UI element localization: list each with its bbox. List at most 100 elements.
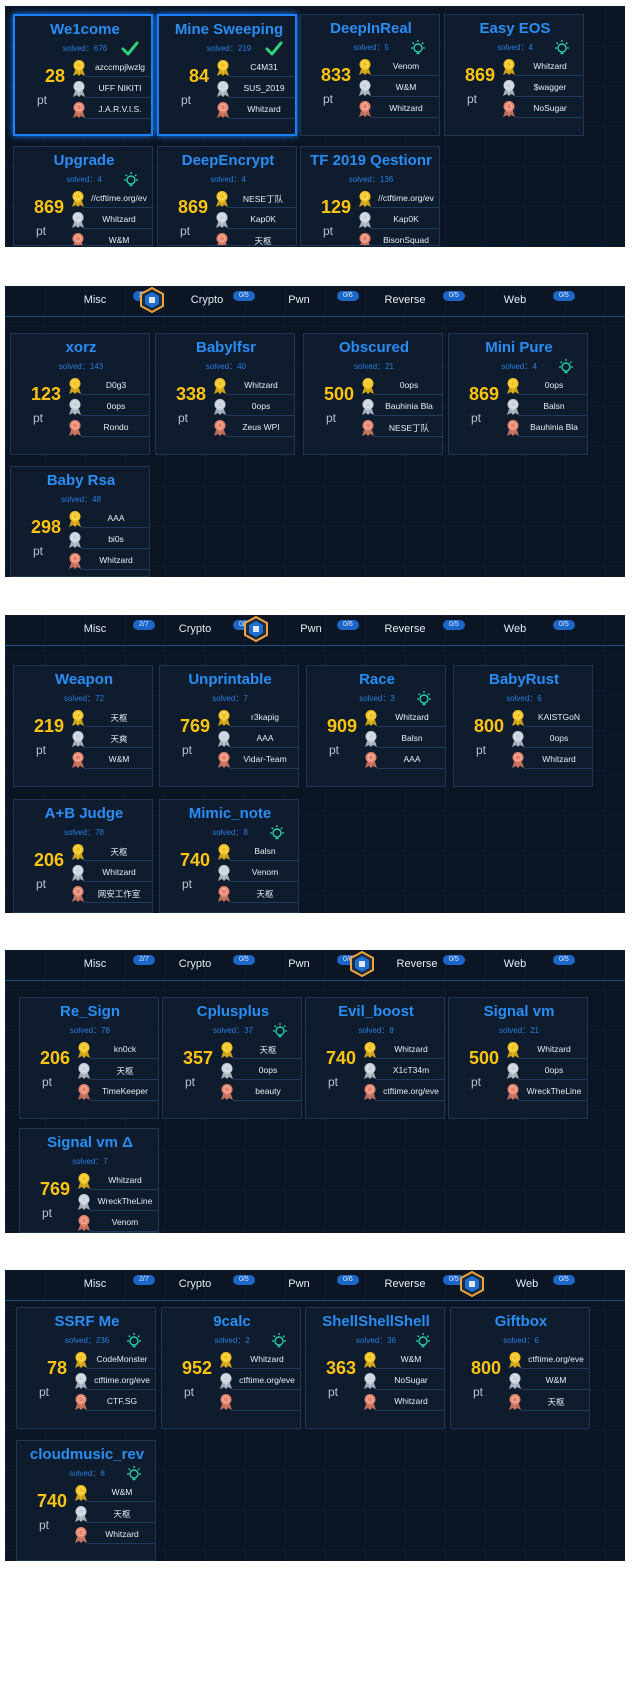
tab-web[interactable]: Web 0/5 (460, 1270, 585, 1300)
tab-count-badge: 0/5 (553, 291, 575, 301)
challenge-card[interactable]: 9calc solved：2 952 pt Whitzard ctftime.org/ev… (161, 1307, 301, 1429)
tab-reverse[interactable]: Reverse 0/5 (355, 286, 475, 316)
hint-bulb-icon[interactable] (415, 690, 433, 708)
challenge-card[interactable]: cloudmusic_rev solved：8 740 pt W&M 天枢 Whitzard (16, 1440, 156, 1561)
challenge-card[interactable]: DeepInReal solved：5 833 pt Venom W&M Whitzard (300, 14, 440, 136)
tab-web[interactable]: Web 0/5 (465, 950, 585, 980)
challenge-card[interactable]: Giftbox solved：6 800 pt ctftime.org/eve W&M 天枢 (450, 1307, 590, 1429)
rank-row: AAA (216, 730, 298, 748)
tab-reverse[interactable]: Reverse 0/5 (350, 950, 475, 980)
rank-row: Balsn (505, 398, 587, 416)
challenge-card[interactable]: BabyRust solved：6 800 pt KAISTGoN 0ops Whitzar… (453, 665, 593, 787)
rank-divider (519, 394, 587, 395)
challenge-card[interactable]: Mini Pure solved：4 869 pt 0ops Balsn Bauhinia … (448, 333, 588, 455)
team-name: NESE丁队 (388, 423, 430, 433)
category-tab-bar: Misc2/7Crypto0/5Pwn0/6Reverse0/5Web0/5 (5, 950, 625, 981)
bronze-medal-icon (360, 419, 376, 437)
hint-bulb-icon[interactable] (553, 39, 571, 57)
tab-pwn[interactable]: Pwn 0/6 (244, 615, 369, 645)
rank-row: J.A.R.V.I.S. (71, 101, 151, 119)
rank-row: W&M (70, 232, 152, 245)
challenge-card[interactable]: Upgrade solved：4 869 pt//ctftime.org/ev Whit… (13, 146, 153, 246)
challenge-title: Easy EOS (479, 20, 551, 37)
challenge-card[interactable]: A+B Judge solved：78 206 pt 天枢 Whitzard 网安工作室 (13, 799, 153, 913)
hint-bulb-icon[interactable] (409, 39, 427, 57)
team-name: Vidar-Team (243, 754, 287, 764)
challenge-title: Evil_boost (338, 1003, 414, 1020)
hint-bulb-icon[interactable] (557, 358, 575, 376)
hint-bulb-icon[interactable] (122, 171, 140, 189)
challenge-card[interactable]: Race solved：3 909 pt Whitzard Balsn AAA (306, 665, 446, 787)
hint-bulb-icon[interactable] (414, 1332, 432, 1350)
silver-medal-icon (214, 211, 230, 229)
team-name: ctftime.org/eve (383, 1086, 439, 1096)
challenge-card[interactable]: Mimic_note solved：8 740 pt Balsn Venom 天枢 (159, 799, 299, 913)
rank-divider (85, 76, 151, 77)
challenge-card[interactable]: TF 2019 Qestionr solved：136 129 pt //ctftime… (300, 146, 440, 246)
hint-bulb-icon[interactable] (270, 1332, 288, 1350)
tab-pwn[interactable]: Pwn 0/6 (249, 286, 369, 316)
challenge-card[interactable]: Babylfsr solved：40 338 pt Whitzard 0ops Zeus W… (155, 333, 295, 455)
rank-divider (230, 768, 298, 769)
tab-pwn[interactable]: Pwn 0/6 (249, 1270, 369, 1300)
challenge-card[interactable]: Unprintable solved：7 769 pt r3kapig AAA Vidar-… (159, 665, 299, 787)
challenge-card[interactable]: Baby Rsa solved：48 298 pt AAA bi0s Whitzard (10, 466, 150, 577)
tab-crypto[interactable]: Crypto 0/5 (145, 1270, 265, 1300)
team-name: ctftime.org/eve (239, 1375, 295, 1385)
bronze-medal-icon (70, 885, 86, 903)
rank-divider (376, 1100, 444, 1101)
team-name: W&M (111, 1487, 133, 1497)
tab-label: Reverse (384, 623, 426, 635)
challenge-card[interactable]: DeepEncrypt solved：4 869 pt NESE丁队 Kap0K 天枢 (157, 146, 297, 246)
silver-medal-icon (73, 1372, 89, 1390)
team-name: 0ops (544, 380, 564, 390)
challenge-card[interactable]: Obscured solved：21 500 pt 0ops Bauhinia Bla NE… (303, 333, 443, 455)
challenge-card[interactable]: Mine Sweeping solved：219 84 pt C4M31 SUS_2019… (157, 14, 297, 136)
tab-reverse[interactable]: Reverse 0/5 (355, 615, 475, 645)
bronze-medal-icon (219, 1083, 235, 1101)
gold-medal-icon (76, 1172, 92, 1190)
hint-bulb-icon[interactable] (271, 1022, 289, 1040)
gold-medal-icon (212, 377, 228, 395)
challenge-title: BabyRust (488, 671, 559, 688)
rank-divider (233, 1079, 301, 1080)
tab-web[interactable]: Web 0/5 (465, 286, 585, 316)
rank-divider (87, 1368, 155, 1369)
challenge-card[interactable]: Signal vm solved：21 500 pt Whitzard 0ops Wreck… (448, 997, 588, 1119)
rank-row: TimeKeeper (76, 1083, 158, 1101)
tab-count-badge: 0/5 (443, 291, 465, 301)
points-unit: pt (329, 743, 340, 757)
challenge-title: Mini Pure (485, 339, 553, 356)
rank-divider (232, 1389, 300, 1390)
challenge-card[interactable]: We1come solved：676 28 pt azccmpjlwzlg UFF NIK… (13, 14, 153, 136)
tab-reverse[interactable]: Reverse 0/5 (355, 1270, 475, 1300)
rank-row: Whitzard (218, 1351, 300, 1369)
tab-crypto[interactable]: Crypto 0/5 (140, 286, 265, 316)
tab-crypto[interactable]: Crypto 0/5 (145, 950, 265, 980)
rank-divider (230, 747, 298, 748)
rank-divider (84, 860, 152, 861)
hint-bulb-icon[interactable] (125, 1332, 143, 1350)
challenge-card[interactable]: Evil_boost solved：8 740 pt Whitzard X1cT34m ct… (305, 997, 445, 1119)
rank-row: Kap0K (214, 211, 296, 229)
challenge-card[interactable]: Cplusplus solved：37 357 pt 天枢 0ops beauty (162, 997, 302, 1119)
team-name: ctftime.org/eve (94, 1375, 150, 1385)
tab-web[interactable]: Web 0/5 (465, 615, 585, 645)
rank-divider (376, 1410, 444, 1411)
hint-bulb-icon[interactable] (125, 1465, 143, 1483)
rank-divider (230, 860, 298, 861)
rank-divider (87, 1389, 155, 1390)
rank-row: Vidar-Team (216, 751, 298, 769)
challenge-card[interactable]: SSRF Me solved：236 78 pt CodeMonster ctftime.… (16, 1307, 156, 1429)
challenge-card[interactable]: Signal vm Δ solved：7 769 pt Whitzard WreckThe… (19, 1128, 159, 1233)
rank-row: D0g3 (67, 377, 149, 395)
gold-medal-icon (363, 709, 379, 727)
challenge-card[interactable]: ShellShellShell solved：36 363 pt W&M NoSugar W… (305, 1307, 445, 1429)
team-name: Bauhinia Bla (385, 401, 433, 411)
hint-bulb-icon[interactable] (268, 824, 286, 842)
challenge-card[interactable]: xorz solved：143 123 pt D0g3 0ops Rondo (10, 333, 150, 455)
challenge-points: 740 (179, 850, 210, 870)
challenge-card[interactable]: Re_Sign solved：78 206 pt kn0ck 天枢 TimeKeeper (19, 997, 159, 1119)
challenge-card[interactable]: Easy EOS solved：4 869 pt Whitzard $wagger NoSu… (444, 14, 584, 136)
challenge-card[interactable]: Weapon solved：72 219 pt 天枢 天爽 W&M (13, 665, 153, 787)
